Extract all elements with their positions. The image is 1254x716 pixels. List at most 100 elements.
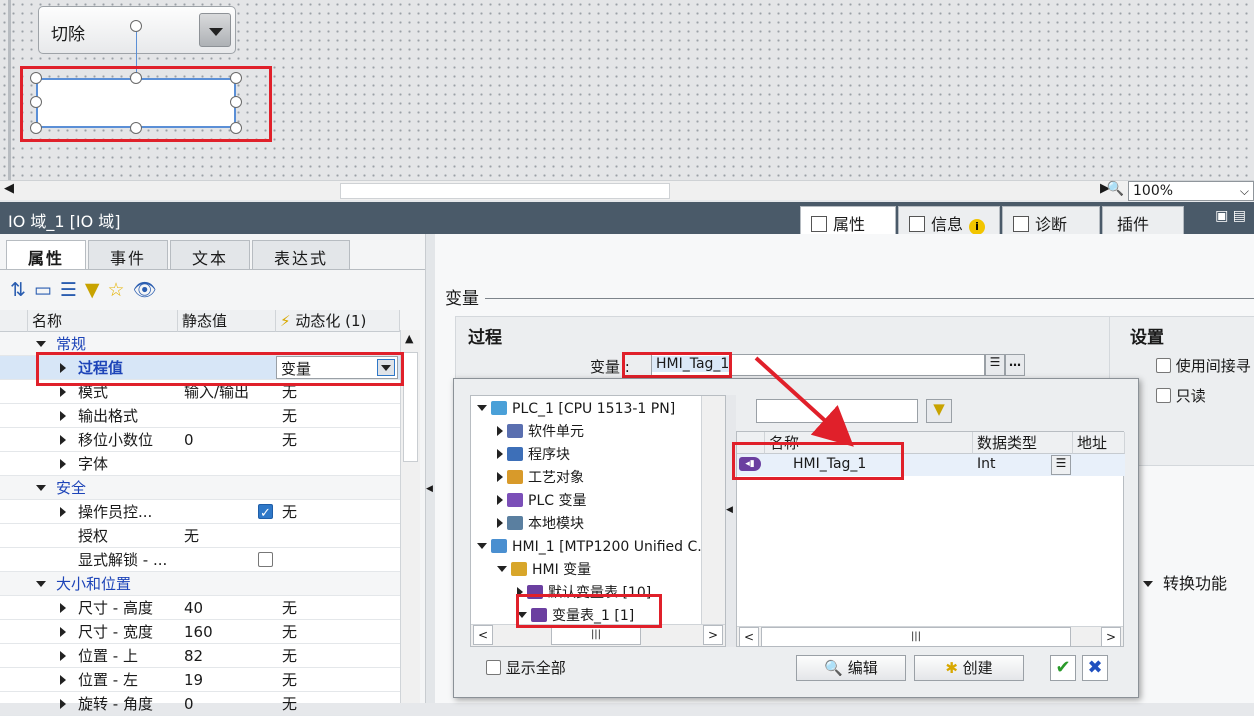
tab-properties[interactable]: 属性 (800, 206, 896, 234)
expand-arrow-icon[interactable] (60, 651, 66, 661)
indirect-addressing-checkbox[interactable] (1156, 358, 1171, 373)
property-static-cell[interactable]: 82 (184, 644, 276, 668)
property-row[interactable]: 显式解锁 - ... (0, 548, 400, 572)
property-dynamic-cell[interactable]: 无 (282, 668, 297, 692)
tab-info[interactable]: 信息 i (898, 206, 1000, 235)
expand-arrow-icon[interactable] (60, 699, 66, 709)
panel-splitter[interactable]: ◀ (425, 234, 435, 703)
collapse-arrow-icon[interactable] (477, 543, 487, 549)
property-row[interactable]: 尺寸 - 高度 40 无 (0, 596, 400, 620)
collapse-arrow-icon[interactable] (477, 405, 487, 411)
expand-arrow-icon[interactable] (60, 603, 66, 613)
property-row[interactable]: 授权 无 (0, 524, 400, 548)
tag-filter-input[interactable] (756, 399, 918, 423)
scroll-left-icon[interactable]: ◀ (4, 181, 14, 196)
property-static-cell[interactable]: 0 (184, 692, 276, 716)
property-row[interactable]: 字体 (0, 452, 400, 476)
property-dynamic-cell[interactable]: 无 (282, 428, 297, 452)
collapse-arrow-icon[interactable] (36, 581, 46, 587)
property-row[interactable]: 旋转 - 角度 0 无 (0, 692, 400, 716)
tab-diagnostics[interactable]: 诊断 (1002, 206, 1100, 234)
property-row[interactable]: 位置 - 左 19 无 (0, 668, 400, 692)
list-horizontal-scrollbar[interactable]: < ||| > (737, 626, 1123, 647)
subtab-texts[interactable]: 文本 (170, 240, 250, 270)
show-all-checkbox[interactable] (486, 660, 501, 675)
collapse-arrow-icon[interactable] (497, 566, 507, 572)
canvas-horizontal-scrollbar[interactable]: ◀ ▶ 🔍 100% ⌵ (0, 180, 1254, 201)
tree-scroll-left-icon[interactable]: < (473, 625, 493, 645)
rotation-handle[interactable] (130, 20, 142, 32)
type-list-icon[interactable]: ☰ (1051, 455, 1071, 475)
expand-arrow-icon[interactable] (60, 387, 66, 397)
show-all-option[interactable]: 显示全部 (486, 657, 566, 678)
popup-splitter-arrow-icon[interactable]: ◀ (726, 505, 733, 515)
grid-scroll-thumb[interactable] (403, 352, 418, 462)
tree-item[interactable]: 本地模块 (497, 513, 584, 535)
zoom-select[interactable]: 100% ⌵ (1128, 181, 1254, 201)
property-static-cell[interactable]: 0 (184, 428, 276, 452)
subtab-properties[interactable]: 属性 (6, 240, 86, 270)
property-checkbox[interactable] (258, 552, 273, 567)
setting-indirect-addressing[interactable]: 使用间接寻 (1156, 355, 1251, 376)
filter-icon[interactable]: ▼ (85, 279, 108, 301)
property-row[interactable]: 位置 - 上 82 无 (0, 644, 400, 668)
property-row[interactable]: 尺寸 - 宽度 160 无 (0, 620, 400, 644)
expand-arrow-icon[interactable] (60, 435, 66, 445)
property-row[interactable]: 操作员控... 无 (0, 500, 400, 524)
screen-canvas[interactable]: 切除 (0, 0, 1254, 180)
tree-item[interactable]: 程序块 (497, 444, 570, 466)
property-dynamic-cell[interactable]: 无 (282, 692, 297, 716)
expand-arrow-icon[interactable] (497, 518, 503, 528)
splitter-arrow-icon[interactable]: ◀ (426, 484, 433, 494)
property-group-row[interactable]: 大小和位置 (0, 572, 400, 596)
property-group-row[interactable]: 安全 (0, 476, 400, 500)
property-dynamic-cell[interactable]: 无 (282, 500, 297, 524)
property-dynamic-cell[interactable]: 无 (282, 404, 297, 428)
property-static-cell[interactable]: 无 (184, 524, 276, 548)
transform-functions-toggle[interactable]: 转换功能 (1143, 570, 1227, 594)
edit-button[interactable]: 🔍 编辑 (796, 655, 906, 681)
property-dynamic-cell[interactable]: 无 (282, 596, 297, 620)
list-scroll-thumb[interactable]: ||| (761, 627, 1071, 647)
list-scroll-left-icon[interactable]: < (739, 627, 759, 647)
eye-icon[interactable]: 👁 (133, 279, 165, 301)
window-layout-icons[interactable]: ▣ ▤ (1215, 208, 1246, 224)
property-dynamic-cell[interactable]: 无 (282, 620, 297, 644)
tree-item[interactable]: 工艺对象 (497, 467, 584, 489)
tree-item[interactable]: HMI 变量 (497, 559, 591, 581)
property-static-cell[interactable]: 19 (184, 668, 276, 692)
variable-browse-button[interactable]: … (1005, 354, 1025, 376)
property-static-cell[interactable]: 40 (184, 596, 276, 620)
subtab-expressions[interactable]: 表达式 (252, 240, 350, 270)
expand-arrow-icon[interactable] (497, 472, 503, 482)
property-dynamic-cell[interactable]: 无 (282, 644, 297, 668)
variable-list-button[interactable]: ☰ (985, 354, 1005, 376)
property-static-cell[interactable]: 160 (184, 620, 276, 644)
expand-arrow-icon[interactable] (60, 507, 66, 517)
tree-item[interactable]: HMI_1 [MTP1200 Unified C... (477, 536, 711, 558)
tree-item[interactable]: PLC 变量 (497, 490, 586, 512)
cancel-button[interactable]: ✖ (1082, 655, 1108, 681)
sort-az-icon[interactable]: ⇅ (10, 279, 34, 301)
scroll-up-icon[interactable]: ▲ (405, 332, 413, 345)
expand-arrow-icon[interactable] (60, 459, 66, 469)
setting-read-only[interactable]: 只读 (1156, 385, 1206, 406)
group-icon[interactable]: ▭ (34, 279, 60, 301)
switch-dropdown-arrow-icon[interactable] (199, 13, 231, 47)
property-static-cell[interactable] (184, 404, 276, 428)
property-static-cell[interactable] (184, 500, 276, 524)
tree-item[interactable]: PLC_1 [CPU 1513-1 PN] (477, 398, 675, 420)
property-static-cell[interactable] (184, 548, 276, 572)
tab-plugins[interactable]: 插件 (1102, 206, 1184, 234)
expand-arrow-icon[interactable] (60, 627, 66, 637)
expand-arrow-icon[interactable] (60, 411, 66, 421)
read-only-checkbox[interactable] (1156, 388, 1171, 403)
favorite-star-icon[interactable]: ☆ (108, 279, 133, 301)
filter-button[interactable]: ▼ (926, 399, 952, 423)
expand-arrow-icon[interactable] (60, 675, 66, 685)
list-view-icon[interactable]: ☰ (60, 279, 85, 301)
collapse-arrow-icon[interactable] (36, 341, 46, 347)
tree-scroll-thumb[interactable]: ||| (551, 625, 641, 645)
expand-arrow-icon[interactable] (497, 495, 503, 505)
collapse-arrow-icon[interactable] (36, 485, 46, 491)
